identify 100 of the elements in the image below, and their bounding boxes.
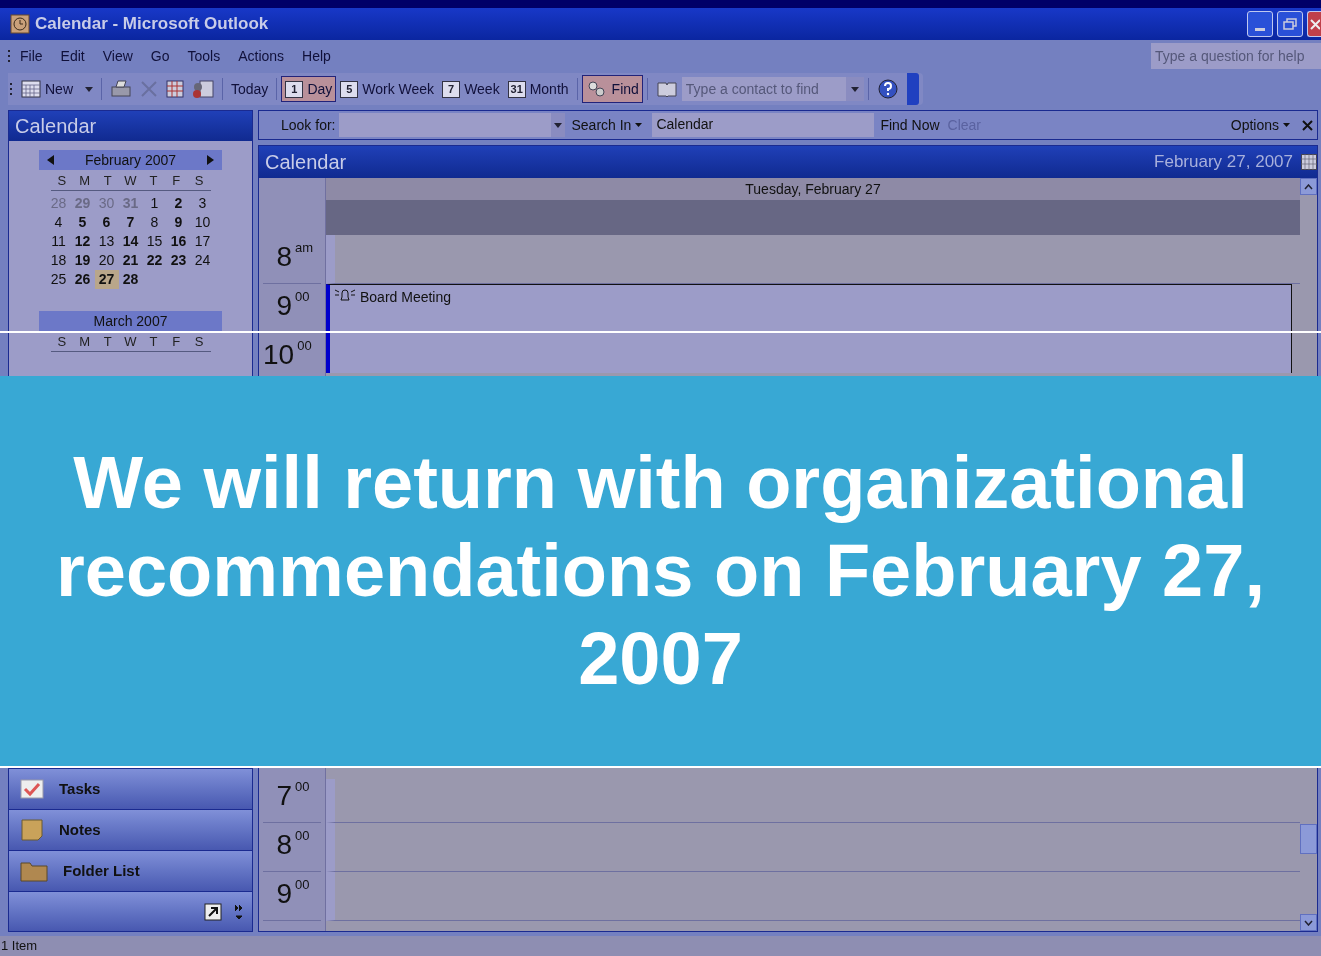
close-button[interactable] bbox=[1307, 11, 1321, 37]
hour-label: 7 bbox=[276, 780, 292, 812]
menu-item[interactable]: View bbox=[93, 45, 142, 67]
find-now-button[interactable]: Find Now bbox=[880, 114, 940, 136]
toolbar-overflow-icon[interactable] bbox=[906, 73, 919, 105]
calendar-page-icon: 7 bbox=[442, 80, 461, 98]
caret-icon bbox=[1283, 123, 1290, 127]
help-search-field[interactable]: Type a question for help bbox=[1151, 43, 1321, 69]
calendar-day[interactable]: 20 bbox=[94, 251, 119, 270]
calendar-day[interactable]: 25 bbox=[46, 270, 71, 289]
hour-label: 10 bbox=[263, 339, 295, 371]
calendar-day[interactable]: 7 bbox=[118, 213, 143, 232]
calendar-day[interactable]: 22 bbox=[142, 251, 167, 270]
calendar-day[interactable]: 18 bbox=[46, 251, 71, 270]
calendar-day[interactable]: 2 bbox=[166, 194, 191, 213]
menu-item[interactable]: Tools bbox=[178, 45, 230, 67]
calendar-day[interactable]: 17 bbox=[190, 232, 215, 251]
menu-item[interactable]: Help bbox=[293, 45, 340, 67]
calendar-day[interactable]: 11 bbox=[46, 232, 71, 251]
calendar-day[interactable]: 12 bbox=[70, 232, 95, 251]
month-label: February 2007 bbox=[83, 151, 178, 170]
next-month-icon[interactable] bbox=[207, 155, 214, 165]
nav-button[interactable]: Folder List bbox=[9, 850, 252, 891]
minimize-icon bbox=[1255, 28, 1265, 31]
scroll-down-button[interactable] bbox=[1300, 914, 1317, 931]
menu-item[interactable]: Go bbox=[141, 45, 179, 67]
calendar-day[interactable]: 14 bbox=[118, 232, 143, 251]
appointment-title: Board Meeting bbox=[360, 288, 452, 307]
search-in-field[interactable]: Calendar bbox=[652, 113, 875, 137]
calendar-title: Calendar bbox=[265, 150, 347, 175]
today-button[interactable]: Today bbox=[227, 76, 273, 102]
calendar-page-icon: 5 bbox=[340, 80, 359, 98]
folder-icon bbox=[19, 859, 49, 883]
month-label: March 2007 bbox=[92, 312, 169, 331]
calendar-day[interactable]: 4 bbox=[46, 213, 71, 232]
menu-item[interactable]: File bbox=[11, 45, 52, 67]
help-icon[interactable] bbox=[876, 78, 899, 100]
weekday-label: S bbox=[56, 333, 68, 351]
weekday-label: M bbox=[78, 172, 92, 190]
menu-item[interactable]: Actions bbox=[229, 45, 294, 67]
search-in-button[interactable]: Search In bbox=[571, 114, 643, 136]
weekday-label: W bbox=[123, 333, 138, 351]
find-icon bbox=[585, 80, 608, 98]
chevron-icon[interactable] bbox=[234, 902, 244, 921]
weekday-label: T bbox=[102, 333, 113, 351]
calendar-day[interactable]: 15 bbox=[142, 232, 167, 251]
minute-label: 00 bbox=[295, 780, 311, 794]
date-label: February 27, 2007 bbox=[1154, 151, 1293, 174]
calendar-day[interactable]: 26 bbox=[70, 270, 95, 289]
calendar-day[interactable]: 28 bbox=[118, 270, 143, 289]
calendar-day[interactable]: 19 bbox=[70, 251, 95, 270]
view-button[interactable]: 31 Month bbox=[503, 76, 573, 102]
restore-button[interactable] bbox=[1277, 11, 1303, 37]
new-button[interactable]: New bbox=[17, 76, 97, 102]
options-button[interactable]: Options bbox=[1230, 114, 1290, 136]
hour-label: 9 bbox=[276, 878, 292, 910]
window-title: Calendar - Microsoft Outlook bbox=[35, 13, 269, 36]
checkmark-icon bbox=[19, 777, 45, 801]
calendar-day[interactable]: 23 bbox=[166, 251, 191, 270]
look-for-field[interactable] bbox=[339, 113, 566, 137]
calendar-day[interactable]: 9 bbox=[166, 213, 191, 232]
contact-search-field[interactable]: Type a contact to find bbox=[681, 77, 864, 101]
view-button[interactable]: 5 Work Week bbox=[336, 76, 439, 102]
scroll-up-button[interactable] bbox=[1300, 178, 1317, 195]
grid-icon[interactable] bbox=[166, 80, 184, 98]
calendar-day[interactable]: 16 bbox=[166, 232, 191, 251]
nav-button[interactable]: Tasks bbox=[9, 768, 252, 809]
previous-month-icon[interactable] bbox=[47, 155, 54, 165]
status-text: 1 Item bbox=[1, 937, 38, 956]
weekday-label: T bbox=[102, 172, 113, 190]
calendar-day[interactable]: 5 bbox=[70, 213, 95, 232]
weekday-label: S bbox=[193, 333, 205, 351]
close-icon[interactable] bbox=[1302, 119, 1313, 131]
calendar-day[interactable]: 21 bbox=[118, 251, 143, 270]
minute-label: 00 bbox=[297, 339, 313, 353]
calendar-day[interactable]: 8 bbox=[142, 213, 167, 232]
calendar-day[interactable]: 24 bbox=[190, 251, 215, 270]
calendar-day[interactable]: 10 bbox=[190, 213, 215, 232]
nav-button[interactable]: Notes bbox=[9, 809, 252, 850]
printer-icon[interactable] bbox=[110, 79, 132, 99]
chevron-down-icon bbox=[1304, 919, 1313, 926]
calendar-page-icon: 31 bbox=[507, 80, 526, 98]
weekday-label: T bbox=[148, 172, 159, 190]
menu-item[interactable]: Edit bbox=[51, 45, 94, 67]
calendar-day[interactable]: 1 bbox=[142, 194, 167, 213]
caret-icon bbox=[85, 86, 93, 92]
calendar-day[interactable]: 6 bbox=[94, 213, 119, 232]
view-button[interactable]: 1 Day bbox=[281, 76, 337, 102]
scroll-thumb[interactable] bbox=[1300, 824, 1317, 854]
book-icon[interactable] bbox=[655, 80, 678, 98]
appointment[interactable]: Board Meeting bbox=[326, 284, 1292, 373]
note-icon bbox=[19, 817, 45, 843]
minimize-button[interactable] bbox=[1247, 11, 1273, 37]
calendar-day[interactable]: 27 bbox=[94, 270, 119, 289]
weekday-label: T bbox=[148, 333, 159, 351]
calendar-day[interactable]: 3 bbox=[190, 194, 215, 213]
view-button[interactable]: 7 Week bbox=[438, 76, 504, 102]
contact-card-icon[interactable] bbox=[192, 79, 214, 99]
find-button[interactable]: Find bbox=[581, 75, 643, 103]
calendar-day[interactable]: 13 bbox=[94, 232, 119, 251]
